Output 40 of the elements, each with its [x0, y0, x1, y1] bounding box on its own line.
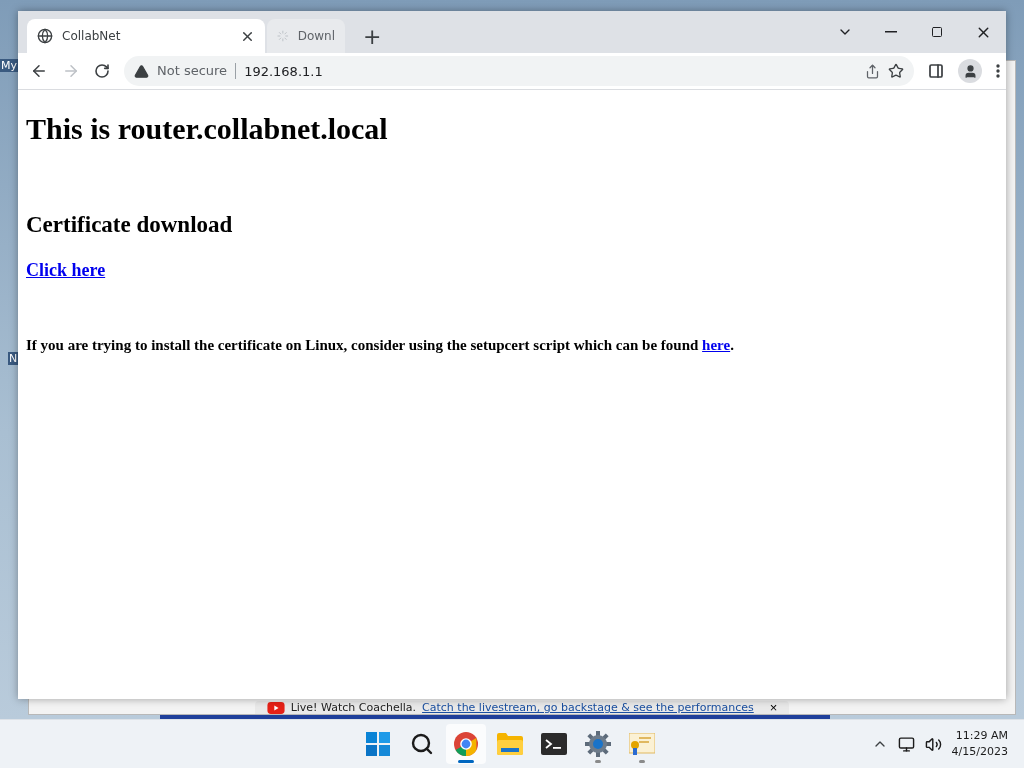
chrome-icon	[453, 731, 479, 757]
browser-tab[interactable]: Downl	[267, 19, 345, 53]
globe-icon	[37, 28, 53, 44]
here-link[interactable]: here	[702, 337, 731, 353]
side-panel-button[interactable]	[928, 63, 944, 79]
share-button[interactable]	[865, 63, 880, 79]
network-icon[interactable]	[897, 735, 915, 753]
page-title: This is router.collabnet.local	[26, 112, 389, 146]
new-tab-button[interactable]: +	[359, 24, 386, 49]
desktop-icon-label[interactable]: N	[8, 352, 19, 365]
address-bar[interactable]: Not secure 192.168.1.1	[124, 56, 914, 86]
loading-icon	[277, 29, 289, 43]
minimize-icon	[885, 31, 897, 33]
url-text: 192.168.1.1	[244, 63, 324, 79]
linux-note: If you are trying to install the certificate on Linux, consider using the setupcert script which can be found here.	[26, 337, 735, 354]
banner-link[interactable]: Catch the livestream, go backstage & see the performances	[422, 701, 754, 714]
terminal-icon	[541, 733, 567, 755]
download-link[interactable]: Click here	[26, 260, 106, 281]
desktop-icon-label[interactable]: My	[0, 59, 18, 72]
section-heading: Certificate download	[26, 212, 234, 238]
windows-icon	[366, 732, 390, 756]
bookmark-button[interactable]	[888, 63, 904, 79]
gear-icon	[585, 731, 611, 757]
person-icon	[962, 63, 978, 79]
menu-button[interactable]	[996, 64, 1000, 78]
clock[interactable]: 11:29 AM 4/15/2023	[951, 728, 1008, 760]
volume-icon[interactable]	[924, 735, 942, 753]
browser-tab[interactable]: CollabNet	[27, 19, 265, 53]
search-icon	[410, 732, 434, 756]
close-button[interactable]: ×	[769, 701, 778, 714]
reload-button[interactable]	[94, 63, 110, 79]
profile-button[interactable]	[958, 59, 982, 83]
banner-text: Live! Watch Coachella.	[290, 701, 417, 714]
certificate-icon	[629, 733, 655, 755]
security-label: Not secure	[157, 63, 237, 79]
folder-icon	[497, 733, 523, 755]
menu-icon	[996, 64, 1000, 78]
warning-icon	[134, 63, 149, 79]
back-button[interactable]	[30, 62, 48, 80]
maximize-icon	[931, 26, 943, 38]
